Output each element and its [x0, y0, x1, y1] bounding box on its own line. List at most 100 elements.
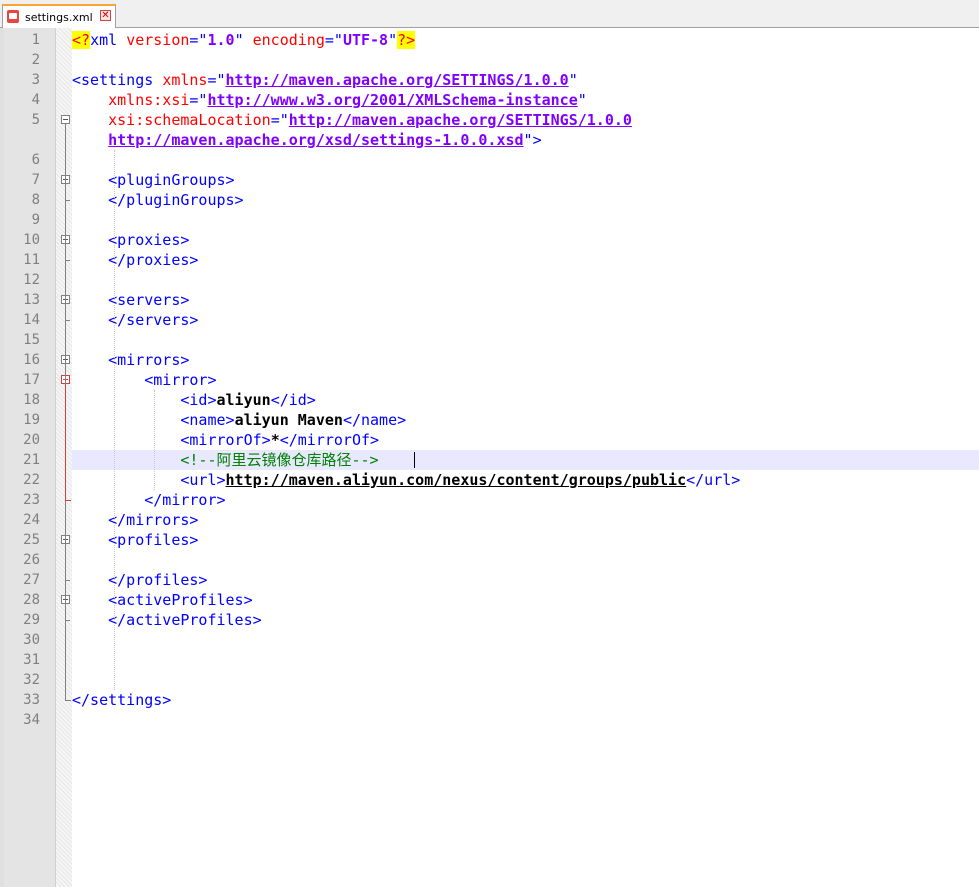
- code-line[interactable]: 16 <mirrors>: [0, 350, 979, 370]
- token-tag: <proxies>: [72, 231, 190, 249]
- code-line[interactable]: 8 </pluginGroups>: [0, 190, 979, 210]
- tab-bar: settings.xml ✕: [0, 0, 979, 28]
- code-line-text: </servers>: [72, 310, 979, 330]
- code-line[interactable]: 4 xmlns:xsi="http://www.w3.org/2001/XMLS…: [0, 90, 979, 110]
- editor[interactable]: 1 <?xml version="1.0" encoding="UTF-8"?> 2…: [0, 28, 979, 887]
- token-kw: version: [126, 31, 190, 49]
- code-line-text: </profiles>: [72, 570, 979, 590]
- code-line[interactable]: 29 </activeProfiles>: [0, 610, 979, 630]
- token-tag: =": [207, 71, 226, 89]
- token-tag: ": [388, 31, 398, 49]
- code-line[interactable]: 10 <proxies>: [0, 230, 979, 250]
- token-tag: ": [577, 91, 587, 109]
- token-tag: </profiles>: [72, 571, 208, 589]
- token-url: http://maven.apache.org/SETTINGS/1.0.0: [288, 111, 632, 129]
- code-line[interactable]: 9: [0, 210, 979, 230]
- line-number: 11: [23, 252, 40, 268]
- code-line-text: <activeProfiles>: [72, 590, 979, 610]
- code-line[interactable]: 22 <url>http://maven.aliyun.com/nexus/co…: [0, 470, 979, 490]
- code-line[interactable]: 20 <mirrorOf>*</mirrorOf>: [0, 430, 979, 450]
- code-line-text: <mirrors>: [72, 350, 979, 370]
- code-line[interactable]: 14 </servers>: [0, 310, 979, 330]
- token-tag: [72, 111, 108, 129]
- code-line[interactable]: 13 <servers>: [0, 290, 979, 310]
- code-line[interactable]: http://maven.apache.org/xsd/settings-1.0…: [0, 130, 979, 150]
- token-txturl: http://maven.aliyun.com/nexus/content/gr…: [225, 471, 687, 489]
- close-icon[interactable]: ✕: [100, 10, 111, 21]
- code-line[interactable]: 1 <?xml version="1.0" encoding="UTF-8"?>: [0, 30, 979, 50]
- code-line-text: http://maven.apache.org/xsd/settings-1.0…: [72, 130, 979, 150]
- code-line[interactable]: 17 <mirror>: [0, 370, 979, 390]
- code-line[interactable]: 7 <pluginGroups>: [0, 170, 979, 190]
- token-tag: [72, 451, 180, 469]
- code-line[interactable]: 5 xsi:schemaLocation="http://maven.apach…: [0, 110, 979, 130]
- code-line[interactable]: 31: [0, 650, 979, 670]
- line-number: 10: [23, 232, 40, 248]
- code-line[interactable]: 21 <!--阿里云镜像仓库路径-->: [0, 450, 979, 470]
- code-line[interactable]: 30: [0, 630, 979, 650]
- token-tag: <mirrorOf>: [72, 431, 271, 449]
- code-line-text: <id>aliyun</id>: [72, 390, 979, 410]
- token-tag: ": [234, 31, 253, 49]
- code-line-text: <profiles>: [72, 530, 979, 550]
- token-tag: <activeProfiles>: [72, 591, 253, 609]
- token-val: UTF-8: [342, 31, 389, 49]
- fold-collapse-icon[interactable]: [61, 115, 70, 124]
- code-line[interactable]: 26: [0, 550, 979, 570]
- token-tag: </proxies>: [72, 251, 199, 269]
- code-line[interactable]: 18 <id>aliyun</id>: [0, 390, 979, 410]
- token-url: http://maven.apache.org/SETTINGS/1.0.0: [225, 71, 569, 89]
- code-line[interactable]: 32: [0, 670, 979, 690]
- token-tag: <profiles>: [72, 531, 199, 549]
- line-number: 12: [23, 272, 40, 288]
- code-line[interactable]: 28 <activeProfiles>: [0, 590, 979, 610]
- line-number: 3: [31, 72, 40, 88]
- code-line-text: <name>aliyun Maven</name>: [72, 410, 979, 430]
- token-txt: aliyun Maven: [234, 411, 343, 429]
- line-number: 2: [31, 52, 40, 68]
- line-number: 18: [23, 392, 40, 408]
- code-line[interactable]: 11 </proxies>: [0, 250, 979, 270]
- token-tag: =": [189, 91, 208, 109]
- line-number: 13: [23, 292, 40, 308]
- token-tag: <pluginGroups>: [72, 171, 235, 189]
- code-line[interactable]: 33 </settings>: [0, 690, 979, 710]
- code-line[interactable]: 6: [0, 150, 979, 170]
- token-tag: [72, 91, 108, 109]
- fold-guide-end: [65, 320, 70, 321]
- token-tag: <servers>: [72, 291, 190, 309]
- line-number: 14: [23, 312, 40, 328]
- code-line[interactable]: 27 </profiles>: [0, 570, 979, 590]
- token-tag: </mirrorOf>: [279, 431, 380, 449]
- tab-settings-xml[interactable]: settings.xml ✕: [2, 4, 116, 28]
- token-tag: <mirrors>: [72, 351, 190, 369]
- fold-guide-end: [65, 500, 71, 501]
- code-line[interactable]: 34: [0, 710, 979, 730]
- token-tag: ": [568, 71, 578, 89]
- line-number: 20: [23, 432, 40, 448]
- line-number: 6: [31, 152, 40, 168]
- code-line[interactable]: 3 <settings xmlns="http://maven.apache.or…: [0, 70, 979, 90]
- code-line[interactable]: 19 <name>aliyun Maven</name>: [0, 410, 979, 430]
- token-tag: ">: [523, 131, 542, 149]
- token-attr: xmlns:xsi: [108, 91, 190, 109]
- line-number: 25: [23, 532, 40, 548]
- code-line[interactable]: 25 <profiles>: [0, 530, 979, 550]
- line-number: 17: [23, 372, 40, 388]
- code-line[interactable]: 24 </mirrors>: [0, 510, 979, 530]
- code-line[interactable]: 2: [0, 50, 979, 70]
- token-txt: *: [270, 431, 280, 449]
- line-number: 31: [23, 652, 40, 668]
- code-line-text: xsi:schemaLocation="http://maven.apache.…: [72, 110, 979, 130]
- code-line[interactable]: 23 </mirror>: [0, 490, 979, 510]
- code-line[interactable]: 15: [0, 330, 979, 350]
- code-line[interactable]: 12: [0, 270, 979, 290]
- fold-guide-end: [65, 700, 71, 701]
- token-cmt: <!--阿里云镜像仓库路径-->: [180, 451, 379, 469]
- token-tag: =": [324, 31, 343, 49]
- code-line-text: </activeProfiles>: [72, 610, 979, 630]
- token-pi: <?: [72, 31, 91, 49]
